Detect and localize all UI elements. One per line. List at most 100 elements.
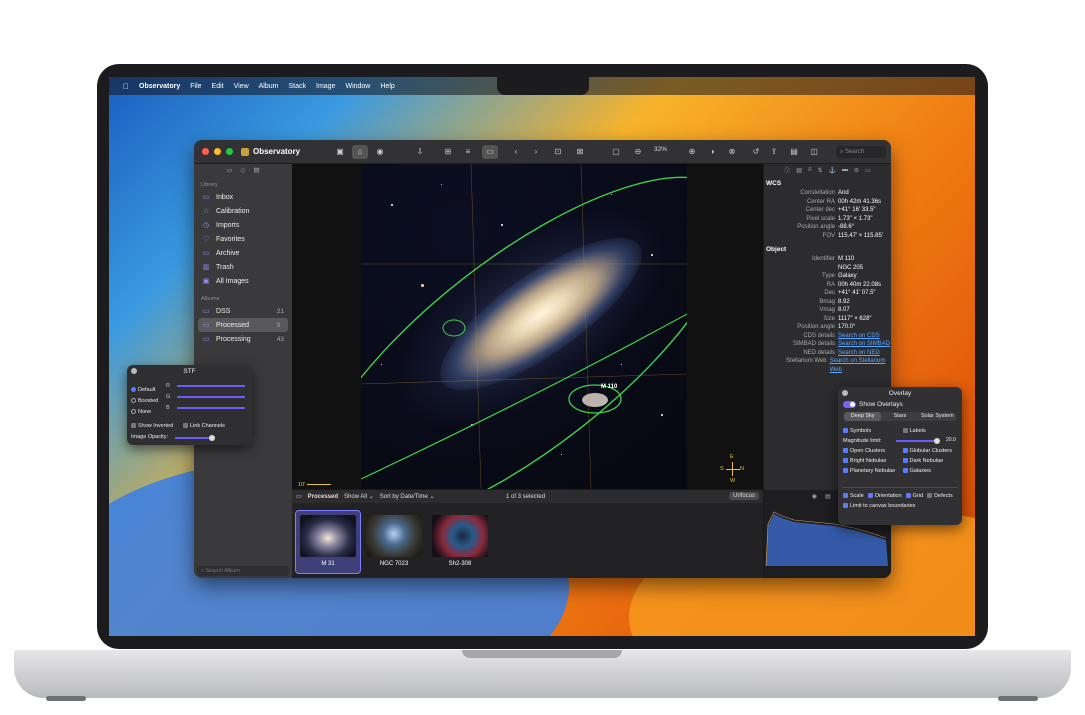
album-dss[interactable]: ▭ DSS 21 bbox=[194, 304, 292, 318]
broadcast-icon[interactable]: ◉ bbox=[372, 145, 388, 159]
zoom-window-button[interactable] bbox=[226, 148, 233, 155]
minus-icon[interactable]: ▬ bbox=[842, 167, 848, 173]
filter-icon[interactable]: ≡ bbox=[808, 167, 812, 173]
history-icon[interactable]: ↺ bbox=[748, 145, 764, 159]
menu-edit[interactable]: Edit bbox=[212, 83, 224, 90]
stf-mode-default[interactable]: Default bbox=[131, 385, 158, 396]
zoom-out-icon[interactable]: ⊖ bbox=[630, 145, 646, 159]
grid-checkbox[interactable]: Grid bbox=[905, 493, 923, 499]
galaxies-checkbox[interactable]: Galaxies bbox=[902, 468, 963, 474]
globe-icon[interactable]: ⊗ bbox=[724, 145, 740, 159]
scale-checkbox[interactable]: Scale bbox=[843, 493, 864, 499]
menu-album[interactable]: Album bbox=[259, 83, 279, 90]
album-search-input[interactable]: ⌕ Search Album bbox=[197, 566, 289, 576]
close-panel-button[interactable] bbox=[131, 368, 137, 374]
library-view-icon[interactable]: ⌂ bbox=[352, 145, 368, 159]
back-icon[interactable]: ‹ bbox=[508, 145, 524, 159]
orientation-checkbox[interactable]: Orientation bbox=[867, 493, 902, 499]
tab-deep-sky[interactable]: Deep Sky bbox=[844, 412, 882, 421]
sidebar-item-trash[interactable]: ▥ Trash bbox=[194, 260, 292, 274]
thumbnail-m31[interactable]: M 31 bbox=[295, 510, 361, 574]
tab-solar-system[interactable]: Solar System bbox=[919, 412, 956, 421]
magnitude-slider[interactable] bbox=[896, 440, 936, 442]
thumbnail-sh2-308[interactable]: Sh2-308 bbox=[428, 511, 492, 573]
album-processed[interactable]: ▭ Processed 3 bbox=[198, 318, 288, 332]
stack-icon[interactable]: ⇅ bbox=[817, 167, 822, 174]
show-overlays-toggle[interactable]: Show Overlays bbox=[838, 399, 962, 409]
sort-menu[interactable]: Sort by Date/Time ⌄ bbox=[380, 493, 435, 500]
dark-nebulae-checkbox[interactable]: Dark Nebulae bbox=[902, 458, 963, 464]
labels-checkbox[interactable]: Labels bbox=[902, 428, 963, 434]
bright-nebulae-checkbox[interactable]: Bright Nebulae bbox=[843, 458, 903, 464]
magnitude-knob[interactable] bbox=[934, 438, 940, 444]
sidebar-item-inbox[interactable]: ▭ Inbox bbox=[194, 190, 292, 204]
open-clusters-checkbox[interactable]: Open Clusters bbox=[843, 448, 903, 454]
opacity-slider[interactable] bbox=[175, 437, 211, 439]
apple-icon[interactable]:  bbox=[123, 82, 129, 91]
menu-window[interactable]: Window bbox=[345, 83, 370, 90]
filter-menu[interactable]: Show All ⌄ bbox=[344, 493, 374, 500]
filmstrip-view-icon[interactable]: ▭ bbox=[482, 145, 498, 159]
menu-help[interactable]: Help bbox=[380, 83, 394, 90]
layers-icon[interactable]: ⊜ bbox=[854, 167, 859, 174]
monitor-icon[interactable]: ▭ bbox=[865, 167, 871, 174]
minimize-window-button[interactable] bbox=[214, 148, 221, 155]
wcs-icon[interactable]: ⚓ bbox=[829, 167, 836, 174]
opacity-knob[interactable] bbox=[209, 435, 215, 441]
frame-icon[interactable]: ▢ bbox=[608, 145, 624, 159]
sidebar-item-archive[interactable]: ▭ Archive bbox=[194, 246, 292, 260]
tags-tab-icon[interactable]: ◇ bbox=[241, 166, 246, 174]
stf-mode-boosted[interactable]: Boosted bbox=[131, 396, 158, 407]
channel-g-slider[interactable] bbox=[177, 396, 245, 398]
info-icon[interactable]: ⓘ bbox=[784, 166, 790, 175]
menu-view[interactable]: View bbox=[234, 83, 249, 90]
close-window-button[interactable] bbox=[202, 148, 209, 155]
defects-checkbox[interactable]: Defects bbox=[927, 493, 953, 499]
stf-mode-none[interactable]: None bbox=[131, 407, 158, 418]
search-link[interactable]: Search on SIMBAD bbox=[838, 340, 890, 349]
list-view-icon[interactable]: ≡ bbox=[460, 145, 476, 159]
thumbnail-ngc7023[interactable]: NGC 7023 bbox=[362, 511, 426, 573]
menu-image[interactable]: Image bbox=[316, 83, 335, 90]
channel-r-slider[interactable] bbox=[177, 385, 245, 387]
fit-icon[interactable]: ⊠ bbox=[572, 145, 588, 159]
search-link[interactable]: Search on CDS bbox=[838, 332, 880, 341]
metadata-icon[interactable]: ▤ bbox=[796, 167, 802, 174]
sidebar-item-calibration[interactable]: ☆ Calibration bbox=[194, 204, 292, 218]
albums-tab-icon[interactable]: ▭ bbox=[226, 166, 232, 174]
terminal-icon[interactable]: ▤ bbox=[786, 145, 802, 159]
menu-file[interactable]: File bbox=[190, 83, 201, 90]
tab-stars[interactable]: Stars bbox=[881, 412, 918, 421]
close-panel-button[interactable] bbox=[842, 390, 848, 396]
zoom-in-icon[interactable]: ⊕ bbox=[684, 145, 700, 159]
contrast-icon[interactable]: ◑ bbox=[704, 145, 720, 159]
image-canvas[interactable]: M 110 10' E S N W bbox=[292, 164, 763, 489]
unfocus-button[interactable]: Unfocus bbox=[728, 492, 759, 500]
symbols-checkbox[interactable]: Symbols bbox=[843, 428, 903, 434]
album-processing[interactable]: ▭ Processing 43 bbox=[194, 332, 292, 346]
menu-stack[interactable]: Stack bbox=[288, 83, 306, 90]
import-icon[interactable]: ⇩ bbox=[412, 145, 428, 159]
sidebar-item-all-images[interactable]: ▣ All Images bbox=[194, 274, 292, 288]
share-icon[interactable]: ⇪ bbox=[766, 145, 782, 159]
eye-icon[interactable]: ◉ bbox=[812, 493, 817, 500]
sidebar-item-imports[interactable]: ◷ Imports bbox=[194, 218, 292, 232]
devices-tab-icon[interactable]: ▤ bbox=[254, 166, 260, 174]
search-link[interactable]: Search on NED bbox=[838, 349, 880, 358]
link-channels-checkbox[interactable]: Link Channels bbox=[183, 423, 225, 429]
globular-clusters-checkbox[interactable]: Globular Clusters bbox=[902, 448, 963, 454]
forward-icon[interactable]: › bbox=[528, 145, 544, 159]
image-view-icon[interactable]: ▣ bbox=[332, 145, 348, 159]
limit-canvas-checkbox[interactable]: Limit to canvas boundaries bbox=[838, 500, 962, 510]
inspector-toggle-icon[interactable]: ◫ bbox=[806, 145, 822, 159]
save-icon[interactable]: ▤ bbox=[825, 493, 831, 500]
search-field[interactable]: ⌕ Search bbox=[836, 146, 886, 158]
zoom-level[interactable]: 32% bbox=[654, 146, 667, 153]
show-inverted-checkbox[interactable]: Show Inverted bbox=[131, 423, 173, 429]
sidebar-item-favorites[interactable]: ♡ Favorites bbox=[194, 232, 292, 246]
crop-icon[interactable]: ⊡ bbox=[550, 145, 566, 159]
channel-b-slider[interactable] bbox=[177, 407, 245, 409]
planetary-nebulae-checkbox[interactable]: Planetary Nebulae bbox=[843, 468, 903, 474]
search-link[interactable]: Search on Stellarium Web bbox=[830, 357, 891, 374]
grid-view-icon[interactable]: ⊞ bbox=[440, 145, 456, 159]
